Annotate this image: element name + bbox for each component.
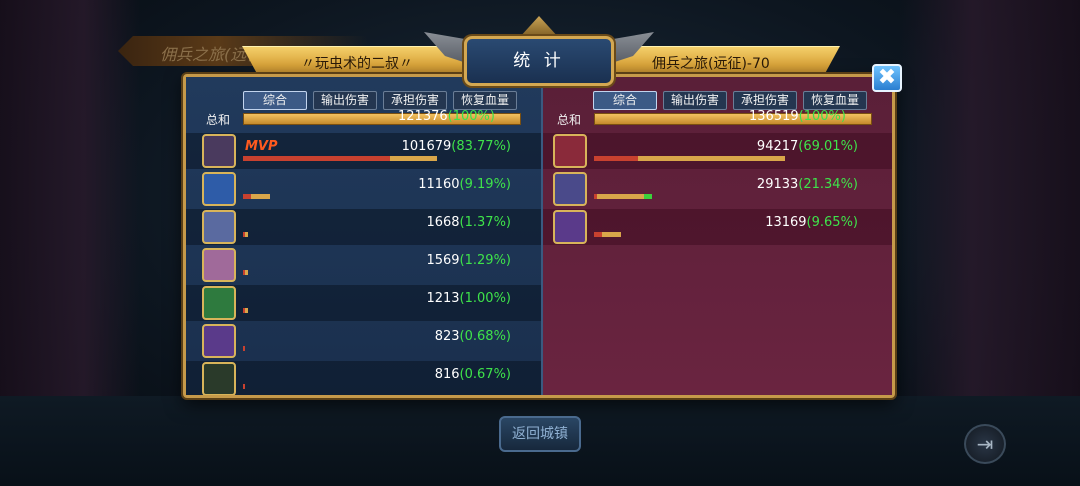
hero-row: 816(0.67%) (186, 361, 541, 395)
exit-icon[interactable]: ⇥ (964, 424, 1006, 464)
tab-damage-taken[interactable]: 承担伤害 (383, 91, 447, 110)
value-percent: (21.34%) (798, 177, 858, 192)
damage-bar-red (243, 194, 251, 199)
right-tabs: 综合 输出伤害 承担伤害 恢复血量 (593, 91, 867, 110)
tab-healing[interactable]: 恢复血量 (453, 91, 517, 110)
total-label: 总和 (206, 113, 231, 127)
damage-bar-gold (638, 156, 785, 161)
crest-top (519, 16, 559, 38)
blonde-hero-icon[interactable] (202, 248, 236, 282)
left-tabs: 综合 输出伤害 承担伤害 恢复血量 (243, 91, 517, 110)
value-number: 101679 (401, 139, 452, 154)
purple-dragon-icon[interactable] (202, 324, 236, 358)
total-label: 总和 (557, 113, 582, 127)
dark-beast-icon[interactable] (202, 362, 236, 395)
value-number: 1569 (426, 253, 460, 268)
return-to-town-button[interactable]: 返回城镇 (499, 416, 581, 452)
hero-row: 94217(69.01%) (543, 133, 892, 169)
value-number: 1668 (426, 215, 460, 230)
value-percent: (0.67%) (459, 367, 511, 382)
purple-dragon-icon[interactable] (553, 210, 587, 244)
tab-damage-dealt[interactable]: 输出伤害 (663, 91, 727, 110)
hero-value: 11160(9.19%) (418, 177, 511, 192)
hero-value: 1668(1.37%) (426, 215, 511, 230)
damage-bar-gold (390, 156, 437, 161)
tab-overall[interactable]: 综合 (243, 91, 307, 110)
red-demon-icon[interactable] (553, 134, 587, 168)
value-percent: (1.00%) (459, 291, 511, 306)
mvp-badge: MVP (245, 139, 278, 154)
damage-bar-red (243, 156, 390, 161)
hero-value: 1569(1.29%) (426, 253, 511, 268)
damage-bar-red (594, 156, 638, 161)
hero-row: 13169(9.65%) (543, 209, 892, 245)
blue-mage-hero-icon[interactable] (202, 172, 236, 206)
damage-bar-gold (245, 232, 248, 237)
right-total-value: 136519(100%) (749, 109, 846, 124)
stats-crest: 统 计 (424, 16, 654, 86)
dark-haired-hero-icon[interactable] (202, 134, 236, 168)
value-percent: (9.65%) (806, 215, 858, 230)
tab-healing[interactable]: 恢复血量 (803, 91, 867, 110)
hero-value: 823(0.68%) (435, 329, 511, 344)
value-percent: (1.37%) (459, 215, 511, 230)
left-team-panel: 综合 输出伤害 承担伤害 恢复血量 总和 121376(100%) MVP 101… (186, 77, 541, 395)
hero-value: 29133(21.34%) (757, 177, 858, 192)
damage-bar-red (594, 232, 602, 237)
value-number: 29133 (756, 177, 799, 192)
green-hero-icon[interactable] (202, 286, 236, 320)
value-number: 94217 (756, 139, 799, 154)
value-number: 13169 (765, 215, 807, 230)
damage-bar-gold (245, 308, 248, 313)
right-team-panel: 综合 输出伤害 承担伤害 恢复血量 总和 136519(100%) 94217(… (541, 77, 892, 395)
hero-value: 94217(69.01%) (757, 139, 858, 154)
tab-damage-taken[interactable]: 承担伤害 (733, 91, 797, 110)
damage-bar-gold (602, 232, 621, 237)
hero-row: 1668(1.37%) (186, 209, 541, 245)
tab-damage-dealt[interactable]: 输出伤害 (313, 91, 377, 110)
left-total-value: 121376(100%) (398, 109, 495, 124)
damage-bar-green (644, 194, 652, 199)
hero-row: MVP 101679(83.77%) (186, 133, 541, 169)
hero-row: 1213(1.00%) (186, 285, 541, 321)
value-percent: (9.19%) (459, 177, 511, 192)
value-number: 1213 (426, 291, 460, 306)
hero-row: 29133(21.34%) (543, 171, 892, 207)
hero-value: 101679(83.77%) (402, 139, 511, 154)
close-button[interactable]: ✖ (872, 64, 902, 92)
hero-value: 13169(9.65%) (765, 215, 858, 230)
damage-bar-red (243, 346, 245, 351)
stats-panel: 综合 输出伤害 承担伤害 恢复血量 总和 121376(100%) MVP 101… (183, 74, 895, 398)
damage-bar-gold (251, 194, 270, 199)
damage-bar-gold (245, 270, 248, 275)
value-number: 816 (434, 367, 460, 382)
hero-value: 816(0.67%) (435, 367, 511, 382)
value-percent: (0.68%) (459, 329, 511, 344)
hero-row: 1569(1.29%) (186, 247, 541, 283)
damage-bar-gold (597, 194, 644, 199)
value-percent: (69.01%) (798, 139, 858, 154)
hero-row: 11160(9.19%) (186, 171, 541, 207)
hero-value: 1213(1.00%) (426, 291, 511, 306)
value-percent: (1.29%) (459, 253, 511, 268)
damage-bar-red (243, 384, 245, 389)
white-hair-hero-icon[interactable] (202, 210, 236, 244)
tab-overall[interactable]: 综合 (593, 91, 657, 110)
value-number: 11160 (418, 177, 460, 192)
value-percent: (83.77%) (451, 139, 511, 154)
value-number: 823 (434, 329, 460, 344)
panel-title: 统 计 (464, 36, 614, 86)
hero-row: 823(0.68%) (186, 323, 541, 359)
armored-dragon-icon[interactable] (553, 172, 587, 206)
